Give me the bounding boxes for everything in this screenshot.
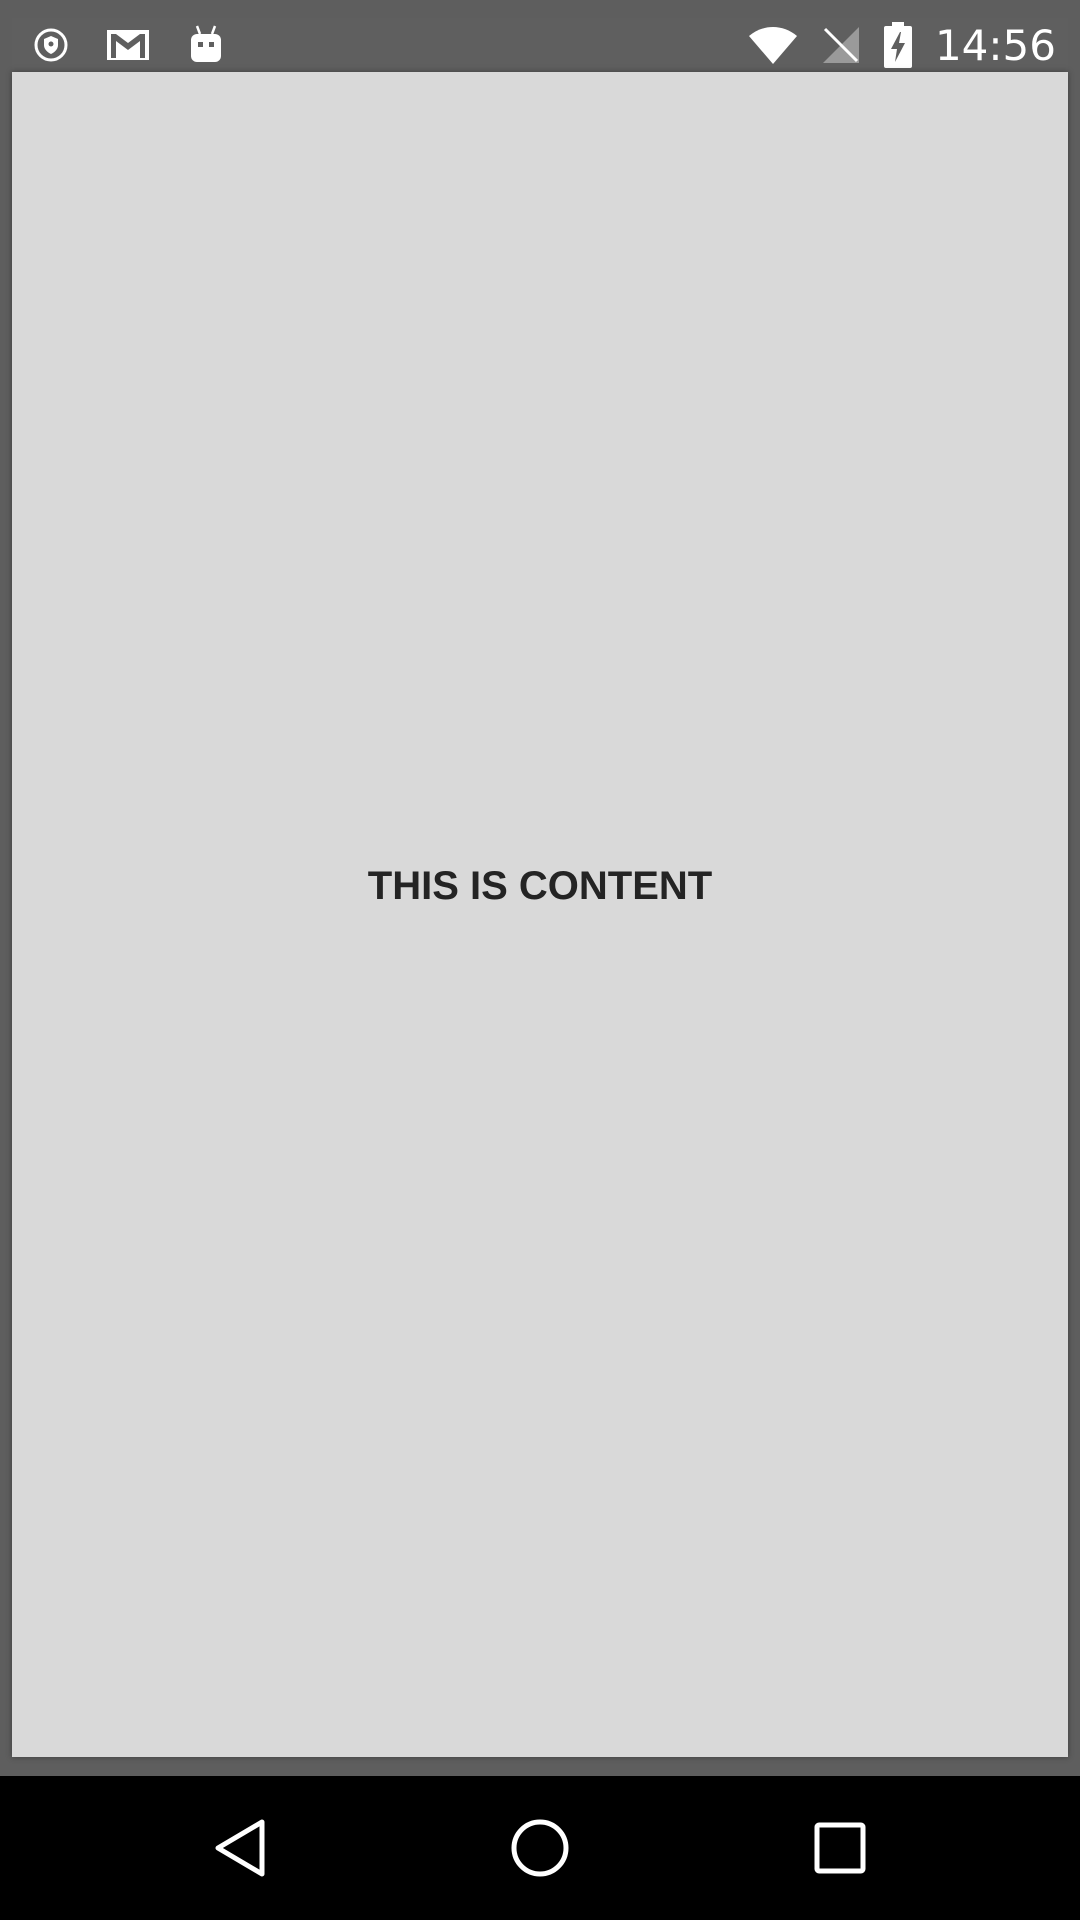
home-icon — [510, 1818, 570, 1878]
wifi-icon — [747, 24, 799, 66]
status-clock: 14:56 — [934, 20, 1056, 70]
home-button[interactable] — [460, 1776, 620, 1920]
content-panel: THIS IS CONTENT — [12, 72, 1068, 1757]
android-debug-icon — [188, 24, 224, 66]
recents-icon — [814, 1822, 866, 1874]
back-icon — [212, 1818, 268, 1878]
status-bar: 14:56 — [12, 18, 1068, 72]
content-text: THIS IS CONTENT — [367, 864, 713, 908]
no-signal-icon — [821, 25, 861, 65]
recents-button[interactable] — [760, 1776, 920, 1920]
status-left-icons — [34, 18, 224, 72]
battery-charging-icon — [883, 22, 913, 68]
back-button[interactable] — [160, 1776, 320, 1920]
shield-notification-icon — [34, 28, 68, 62]
navigation-bar — [0, 1776, 1080, 1920]
gmail-icon — [106, 28, 150, 62]
screen: 14:56 THIS IS CONTENT — [0, 0, 1080, 1920]
status-right-icons: 14:56 — [747, 18, 1056, 72]
